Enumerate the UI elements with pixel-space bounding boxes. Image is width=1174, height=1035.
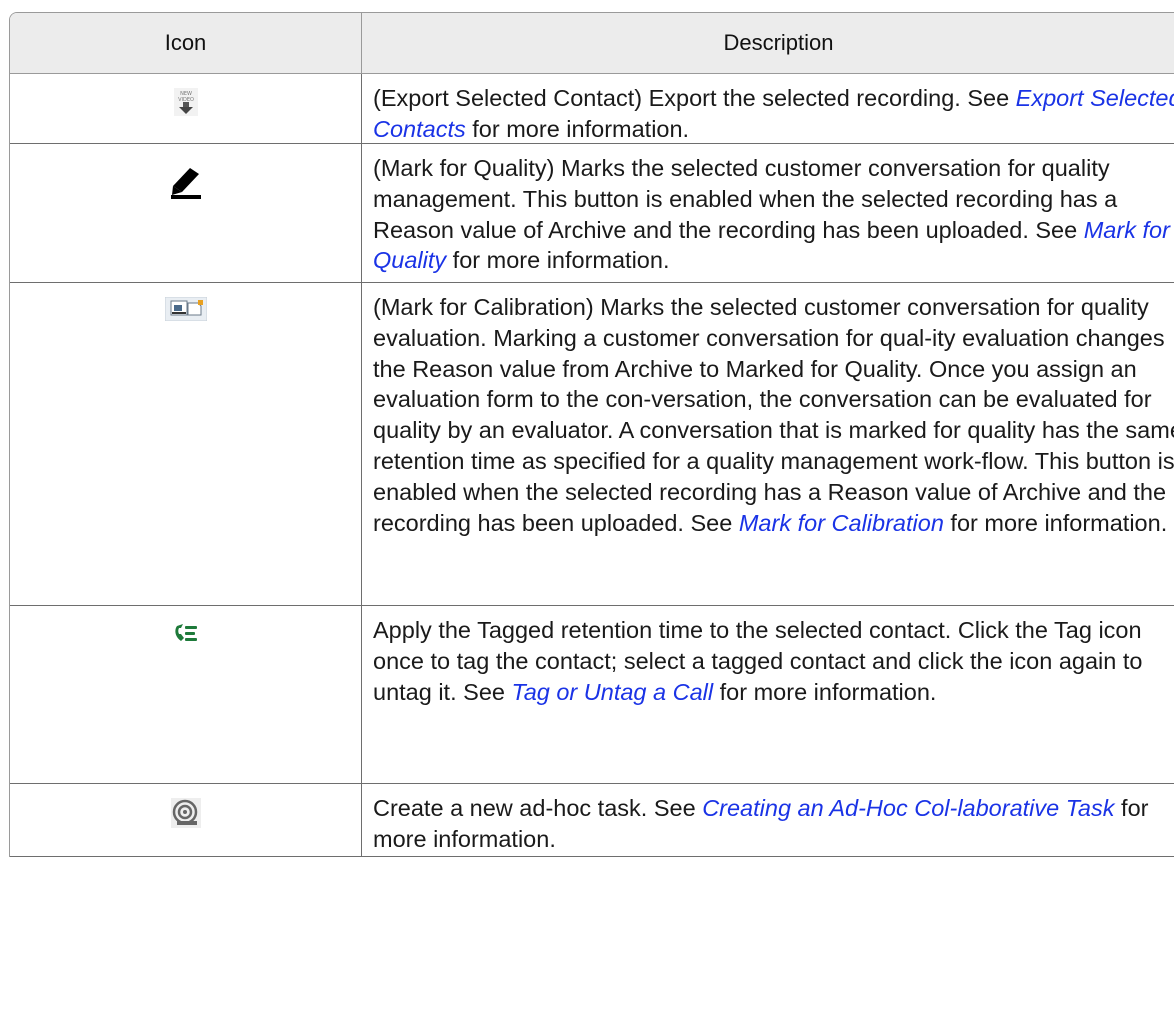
icon-cell: [10, 283, 362, 605]
pen-icon: [170, 166, 201, 205]
row-text-before: (Mark for Quality) Marks the selected cu…: [373, 155, 1118, 243]
row-text-before: (Export Selected Contact) Export the sel…: [373, 85, 1016, 111]
row-text-after: for more information.: [465, 115, 690, 142]
icon-column-header: Icon: [10, 13, 362, 73]
mark-for-calibration-link[interactable]: Mark for Calibration: [739, 510, 944, 536]
icon-cell: [10, 606, 362, 783]
row-text-after: for more information.: [713, 678, 937, 705]
description-header-label: Description: [723, 29, 834, 55]
table-header-row: Icon Description: [10, 13, 1174, 74]
description-cell: (Mark for Quality) Marks the selected cu…: [362, 144, 1174, 282]
description-column-header: Description: [362, 13, 1174, 73]
row-text-before: (Mark for Calibration) Marks the selecte…: [373, 294, 1174, 536]
description-cell: (Mark for Calibration) Marks the selecte…: [362, 283, 1174, 605]
export-video-icon: NEW VIDEO: [173, 88, 198, 121]
calibration-icon: [164, 296, 207, 326]
icon-cell: [10, 144, 362, 282]
icon-description-table: Icon Description NEW VIDEO (Export Selec…: [9, 12, 1174, 857]
table-row: Apply the Tagged retention time to the s…: [10, 606, 1174, 784]
creating-ad-hoc-collaborative-task-link[interactable]: Creating an Ad-Hoc Col-laborative Task: [702, 795, 1114, 821]
tag-call-icon: [173, 622, 199, 649]
table-row: (Mark for Calibration) Marks the selecte…: [10, 283, 1174, 606]
icon-cell: NEW VIDEO: [10, 74, 362, 143]
icon-header-label: Icon: [164, 30, 207, 55]
table-row: NEW VIDEO (Export Selected Contact) Expo…: [10, 74, 1174, 144]
description-cell: (Export Selected Contact) Export the sel…: [362, 74, 1174, 143]
description-cell: Apply the Tagged retention time to the s…: [362, 606, 1174, 783]
row-text-after: for more information.: [446, 247, 670, 274]
table-row: Create a new ad-hoc task. See Creating a…: [10, 784, 1174, 857]
row-text-after: for more information.: [943, 509, 1168, 536]
description-cell: Create a new ad-hoc task. See Creating a…: [362, 784, 1174, 856]
collaborative-task-icon: [170, 798, 201, 833]
tag-or-untag-a-call-link[interactable]: Tag or Untag a Call: [512, 679, 714, 705]
row-text-before: Create a new ad-hoc task. See: [373, 795, 703, 821]
icon-cell: [10, 784, 362, 856]
table-row: (Mark for Quality) Marks the selected cu…: [10, 144, 1174, 283]
